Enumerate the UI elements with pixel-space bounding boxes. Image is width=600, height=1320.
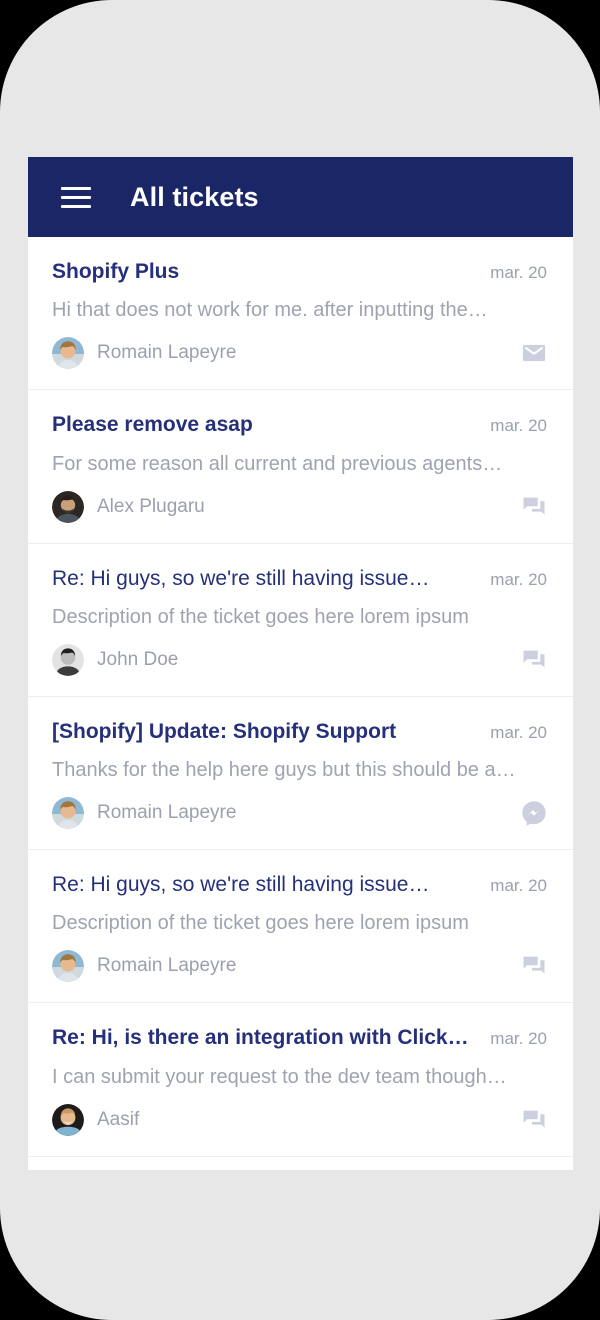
ticket-date: mar. 20 [490, 263, 547, 282]
ticket-requester: John Doe [52, 643, 179, 676]
ticket-row[interactable]: Re: Hi guys, so we're still having issue… [28, 850, 573, 1004]
ticket-preview: For some reason all current and previous… [52, 452, 503, 475]
ticket-row[interactable]: Re: Hi, is there an integration with Cli… [28, 1003, 573, 1157]
ticket-requester: Alex Plugaru [52, 490, 205, 523]
ticket-row-header: Re: Hi, is there an integration with Cli… [52, 1025, 549, 1051]
email-icon[interactable] [519, 338, 549, 368]
requester-name: Alex Plugaru [97, 495, 205, 517]
app-frame: All tickets Shopify Plus mar. 20 Hi that… [28, 157, 573, 1170]
ticket-preview: Hi that does not work for me. after inpu… [52, 299, 488, 322]
ticket-requester: Romain Lapeyre [52, 337, 237, 370]
ticket-row[interactable]: Please remove asap mar. 20 For some reas… [28, 390, 573, 544]
chat-icon[interactable] [519, 645, 549, 675]
ticket-preview: Description of the ticket goes here lore… [52, 912, 469, 935]
requester-name: Romain Lapeyre [97, 342, 237, 364]
ticket-row-header: Re: Hi guys, so we're still having issue… [52, 566, 549, 592]
ticket-requester: Romain Lapeyre [52, 797, 236, 829]
ticket-row-header: Shopify Plus mar. 20 [52, 259, 549, 285]
avatar [52, 490, 84, 523]
ticket-row[interactable]: [Shopify] Update: Shopify Support mar. 2… [28, 696, 573, 850]
ticket-requester: Romain Lapeyre [52, 950, 237, 983]
ticket-subject: Re: Hi guys, so we're still having issue… [52, 873, 430, 896]
ticket-preview: Thanks for the help here guys but this s… [52, 759, 516, 781]
ticket-row[interactable]: Shopify Plus mar. 20 Hi that does not wo… [28, 237, 573, 391]
menu-bar-2 [61, 195, 91, 199]
ticket-row-footer: Alex Plugaru [52, 490, 549, 523]
ticket-requester: Aasif [52, 1103, 140, 1136]
ticket-row-footer: John Doe [52, 643, 549, 676]
ticket-row-footer: Romain Lapeyre [52, 337, 549, 370]
ticket-date: mar. 20 [490, 416, 547, 436]
ticket-row-header: [Shopify] Update: Shopify Support mar. 2… [52, 719, 549, 745]
menu-bar-3 [61, 204, 91, 208]
ticket-row-footer: Romain Lapeyre [52, 797, 549, 829]
page-title: All tickets [130, 181, 259, 212]
requester-name: Romain Lapeyre [97, 802, 237, 823]
avatar [52, 643, 84, 676]
requester-name: John Doe [97, 648, 179, 670]
menu-bar-1 [61, 186, 91, 190]
ticket-list: Shopify Plus mar. 20 Hi that does not wo… [28, 237, 573, 1170]
ticket-subject: Re: Hi guys, so we're still having issue… [52, 566, 430, 590]
chat-icon[interactable] [519, 492, 549, 522]
ticket-row-footer: Romain Lapeyre [52, 950, 549, 983]
avatar [52, 1103, 84, 1136]
ticket-row-header: Re: Hi guys, so we're still having issue… [52, 872, 549, 898]
ticket-row-header: Please remove asap mar. 20 [52, 412, 549, 438]
ticket-date: mar. 20 [490, 569, 547, 589]
hamburger-menu-icon[interactable] [54, 175, 98, 219]
avatar [52, 337, 84, 370]
ticket-date: mar. 20 [490, 1029, 547, 1049]
ticket-subject: Please remove asap [52, 413, 253, 437]
ticket-subject: Re: Hi, is there an integration with Cli… [52, 1026, 469, 1050]
device-plate: All tickets Shopify Plus mar. 20 Hi that… [0, 0, 600, 1320]
avatar [52, 950, 84, 983]
ticket-preview: Description of the ticket goes here lore… [52, 605, 469, 628]
ticket-date: mar. 20 [490, 876, 547, 895]
ticket-subject: Shopify Plus [52, 260, 180, 283]
avatar [52, 797, 84, 829]
ticket-date: mar. 20 [490, 722, 547, 742]
ticket-preview: I can submit your request to the dev tea… [52, 1065, 507, 1088]
chat-icon[interactable] [519, 1105, 549, 1135]
ticket-row-footer: Aasif [52, 1103, 549, 1136]
ticket-subject: [Shopify] Update: Shopify Support [52, 719, 397, 743]
requester-name: Aasif [97, 1108, 140, 1130]
ticket-row[interactable]: Statuspage: Long-running incident (Face…… [28, 1156, 573, 1170]
ticket-row[interactable]: Re: Hi guys, so we're still having issue… [28, 543, 573, 697]
app-bar: All tickets [28, 157, 573, 237]
requester-name: Romain Lapeyre [97, 955, 237, 977]
messenger-icon[interactable] [519, 798, 549, 828]
chat-icon[interactable] [519, 951, 549, 981]
